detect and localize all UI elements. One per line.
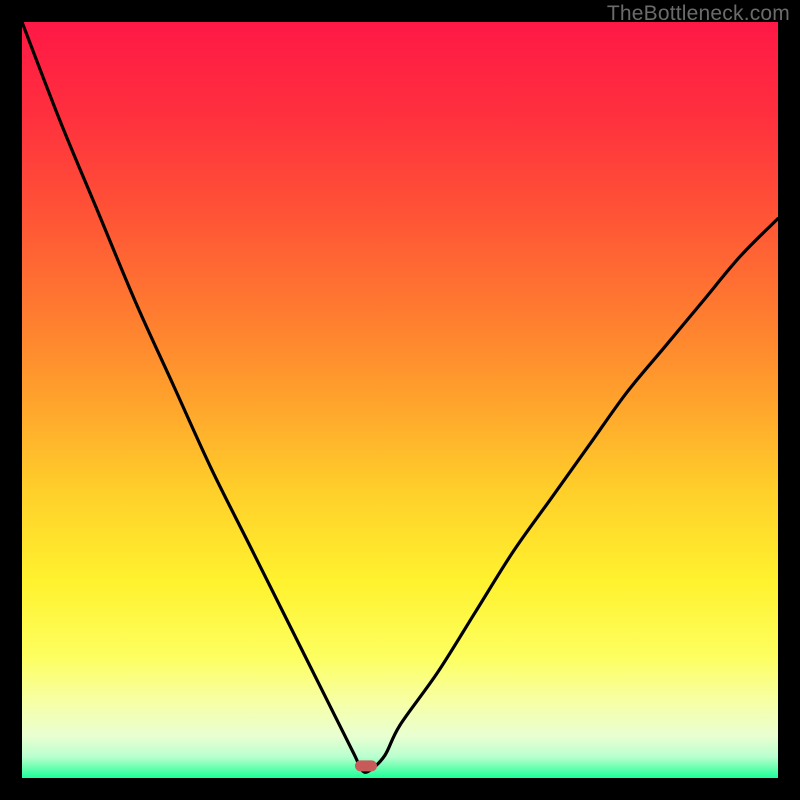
plot-area [22,22,778,778]
chart-frame: TheBottleneck.com [0,0,800,800]
bottleneck-curve-chart [22,22,778,778]
optimal-point-marker [355,760,377,771]
watermark-label: TheBottleneck.com [607,2,790,26]
gradient-background [22,22,778,778]
